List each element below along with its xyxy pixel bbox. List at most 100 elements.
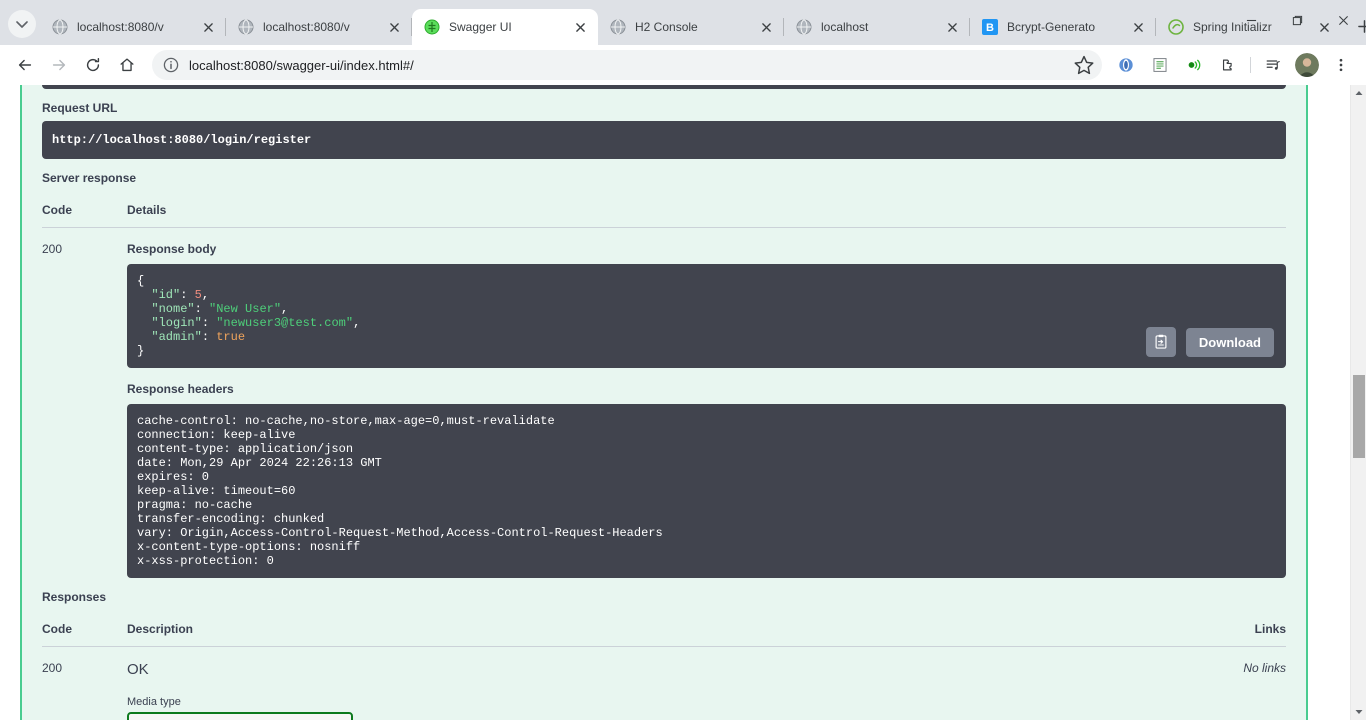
browser-tab[interactable]: B Bcrypt-Generato: [970, 9, 1156, 45]
media-type-select[interactable]: */*: [127, 712, 353, 720]
column-header-details: Details: [127, 203, 167, 217]
response-body-label: Response body: [127, 242, 217, 256]
json-token: "New User": [209, 302, 282, 316]
media-playlist-icon: [1266, 60, 1280, 70]
json-token: :: [180, 288, 195, 302]
responses-label: Responses: [42, 590, 107, 604]
globe-icon: [610, 19, 626, 35]
star-icon: [1074, 55, 1094, 75]
profile-avatar[interactable]: [1295, 53, 1319, 77]
green-dot-extension-button[interactable]: [1180, 51, 1208, 79]
opera-extension-button[interactable]: [1112, 51, 1140, 79]
chevron-down-icon: [1355, 710, 1363, 714]
three-dot-menu-icon: [1339, 58, 1343, 72]
green-dot-extension-icon: [1188, 59, 1201, 71]
response-code: 200: [42, 242, 63, 256]
site-info-icon[interactable]: [162, 56, 180, 74]
json-token: :: [194, 302, 210, 316]
tab-close-button[interactable]: [198, 17, 218, 37]
scroll-up-button[interactable]: [1351, 85, 1366, 101]
tab-close-button[interactable]: [756, 17, 776, 37]
address-bar-url: localhost:8080/swagger-ui/index.html#/: [189, 57, 414, 73]
close-window-button[interactable]: [1320, 0, 1366, 40]
maximize-button[interactable]: [1274, 0, 1320, 40]
reader-list-icon: [1153, 58, 1167, 72]
extensions-button[interactable]: [1214, 51, 1242, 79]
responses-row-code: 200: [42, 661, 63, 675]
scroll-down-button[interactable]: [1351, 704, 1366, 720]
responses-row-links: No links: [1243, 661, 1286, 675]
tab-close-button[interactable]: [1128, 17, 1148, 37]
tab-title: localhost:8080/v: [263, 20, 350, 34]
response-body-controls: Download: [1145, 327, 1274, 357]
browser-tab[interactable]: H2 Console: [598, 9, 784, 45]
json-token: :: [201, 316, 217, 330]
swagger-ui-page: Request URL http://localhost:8080/login/…: [0, 85, 1350, 720]
json-token: "admin": [151, 330, 202, 344]
json-token: :: [201, 330, 217, 344]
json-token: }: [137, 344, 145, 358]
globe-icon: [52, 19, 68, 35]
close-icon: [1338, 15, 1348, 25]
close-icon: [203, 22, 213, 32]
tab-search-button[interactable]: [8, 10, 36, 38]
responses-row: 200 OK Media type */* No links: [42, 647, 1286, 720]
globe-icon: [238, 19, 254, 35]
browser-tab[interactable]: localhost:8080/v: [226, 9, 412, 45]
browser-tab[interactable]: localhost: [784, 9, 970, 45]
home-button[interactable]: [113, 51, 141, 79]
responses-row-description: OK Media type */*: [127, 661, 1156, 720]
maximize-icon: [1292, 15, 1302, 25]
response-details: Response body { "id": 5, "nome": "New Us…: [127, 242, 1286, 578]
minimize-button[interactable]: [1228, 0, 1274, 40]
column-header-code: Code: [42, 622, 72, 636]
browser-tab-active[interactable]: Swagger UI: [412, 9, 598, 45]
bcrypt-icon: B: [982, 19, 998, 35]
forward-button[interactable]: [45, 51, 73, 79]
back-button[interactable]: [11, 51, 39, 79]
response-headers-code: cache-control: no-cache,no-store,max-age…: [127, 404, 1286, 578]
browser-tab[interactable]: localhost:8080/v: [40, 9, 226, 45]
page-scrollbar[interactable]: [1350, 85, 1366, 720]
forward-arrow-icon: [52, 59, 66, 71]
address-bar[interactable]: localhost:8080/swagger-ui/index.html#/: [152, 50, 1102, 80]
reload-button[interactable]: [79, 51, 107, 79]
download-button[interactable]: Download: [1185, 327, 1274, 357]
close-icon: [389, 22, 399, 32]
operation-block: Request URL http://localhost:8080/login/…: [20, 85, 1308, 720]
scrollbar-thumb[interactable]: [1353, 375, 1365, 458]
bookmark-button[interactable]: [1072, 53, 1096, 77]
toolbar-divider: [1250, 57, 1251, 73]
request-url-value: http://localhost:8080/login/register: [42, 121, 1286, 159]
opera-extension-icon: [1119, 58, 1133, 72]
globe-icon: [796, 19, 812, 35]
tab-title: Swagger UI: [449, 20, 512, 34]
copy-to-clipboard-button[interactable]: [1145, 327, 1176, 357]
tab-title: Bcrypt-Generato: [1007, 20, 1096, 34]
tab-title: localhost:8080/v: [77, 20, 164, 34]
media-playlist-button[interactable]: [1259, 51, 1287, 79]
browser-menu-button[interactable]: [1327, 51, 1355, 79]
response-headers-label: Response headers: [127, 382, 234, 396]
column-header-links: Links: [1254, 622, 1286, 636]
spring-icon: [1168, 19, 1184, 35]
close-icon: [947, 22, 957, 32]
tab-close-button[interactable]: [384, 17, 404, 37]
tab-title: H2 Console: [635, 20, 698, 34]
tab-close-button[interactable]: [570, 17, 590, 37]
close-icon: [1133, 22, 1143, 32]
swagger-icon: [424, 19, 440, 35]
chevron-down-icon: [16, 21, 28, 28]
response-description-text: OK: [127, 661, 149, 678]
column-header-code: Code: [42, 203, 72, 217]
close-icon: [761, 22, 771, 32]
reader-list-button[interactable]: [1146, 51, 1174, 79]
browser-toolbar: localhost:8080/swagger-ui/index.html#/: [0, 45, 1366, 85]
json-token: ,: [201, 288, 210, 302]
responses-table-header: Code Description Links: [42, 610, 1286, 647]
response-body-container: { "id": 5, "nome": "New User", "login": …: [127, 264, 1286, 368]
tab-close-button[interactable]: [942, 17, 962, 37]
json-token: "id": [151, 288, 181, 302]
puzzle-extensions-icon: [1222, 59, 1232, 71]
back-arrow-icon: [18, 59, 32, 71]
